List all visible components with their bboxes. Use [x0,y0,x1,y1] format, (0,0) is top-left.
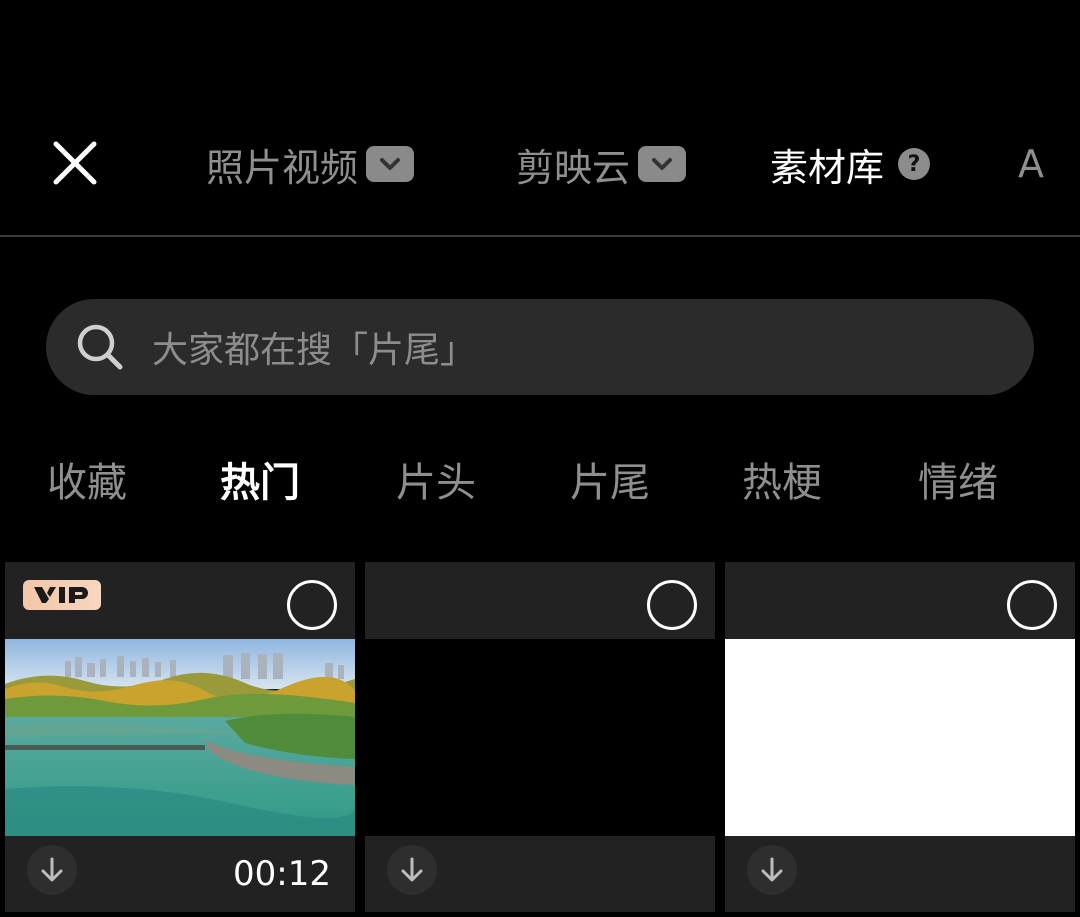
category-intro[interactable]: 片头 [396,450,476,508]
tab-cloud[interactable]: 剪映云 [516,138,687,190]
black-clip-thumbnail [365,639,715,836]
vip-badge-logo [34,587,88,603]
download-icon [401,857,423,882]
material-card[interactable] [725,562,1075,912]
search-bar[interactable]: 大家都在搜「片尾」 [46,299,1034,395]
chevron-down-icon [638,146,687,182]
help-icon[interactable]: ? [898,148,931,180]
category-favorites[interactable]: 收藏 [47,450,127,508]
close-button[interactable] [48,136,102,190]
material-card[interactable] [365,562,715,912]
tab-material-library[interactable]: 素材库 ? [770,138,931,190]
tab-photo-video-label: 照片视频 [206,145,359,190]
select-circle[interactable] [287,580,337,630]
white-clip-thumbnail [725,639,1075,836]
category-memes[interactable]: 热梗 [742,450,822,508]
download-button[interactable] [747,845,797,895]
category-emotion[interactable]: 情绪 [918,450,998,508]
select-circle[interactable] [647,580,697,630]
tab-material-library-label: 素材库 [770,145,885,190]
download-button[interactable] [27,845,77,895]
top-bar: 照片视频 剪映云 素材库 ? A [0,0,1080,236]
select-circle[interactable] [1007,580,1057,630]
search-placeholder: 大家都在搜「片尾」 [152,330,477,371]
search-icon [77,324,123,370]
vip-badge [23,580,101,610]
download-button[interactable] [387,845,437,895]
category-outro[interactable]: 片尾 [570,450,650,508]
video-duration: 00:12 [233,854,331,894]
header-divider [0,235,1080,237]
category-tabs: 收藏 热门 片头 片尾 热梗 情绪 [0,450,1080,506]
download-icon [761,857,783,882]
tab-more[interactable]: A [1018,138,1080,190]
chevron-down-icon [366,146,415,182]
tab-photo-video[interactable]: 照片视频 [206,138,415,190]
close-icon [53,141,97,185]
material-card[interactable]: 00:12 [5,562,355,912]
video-thumbnail [5,639,355,836]
tab-cloud-label: 剪映云 [516,145,631,190]
download-icon [41,857,63,882]
category-hot[interactable]: 热门 [220,450,300,508]
tab-more-label: A [1018,142,1044,186]
